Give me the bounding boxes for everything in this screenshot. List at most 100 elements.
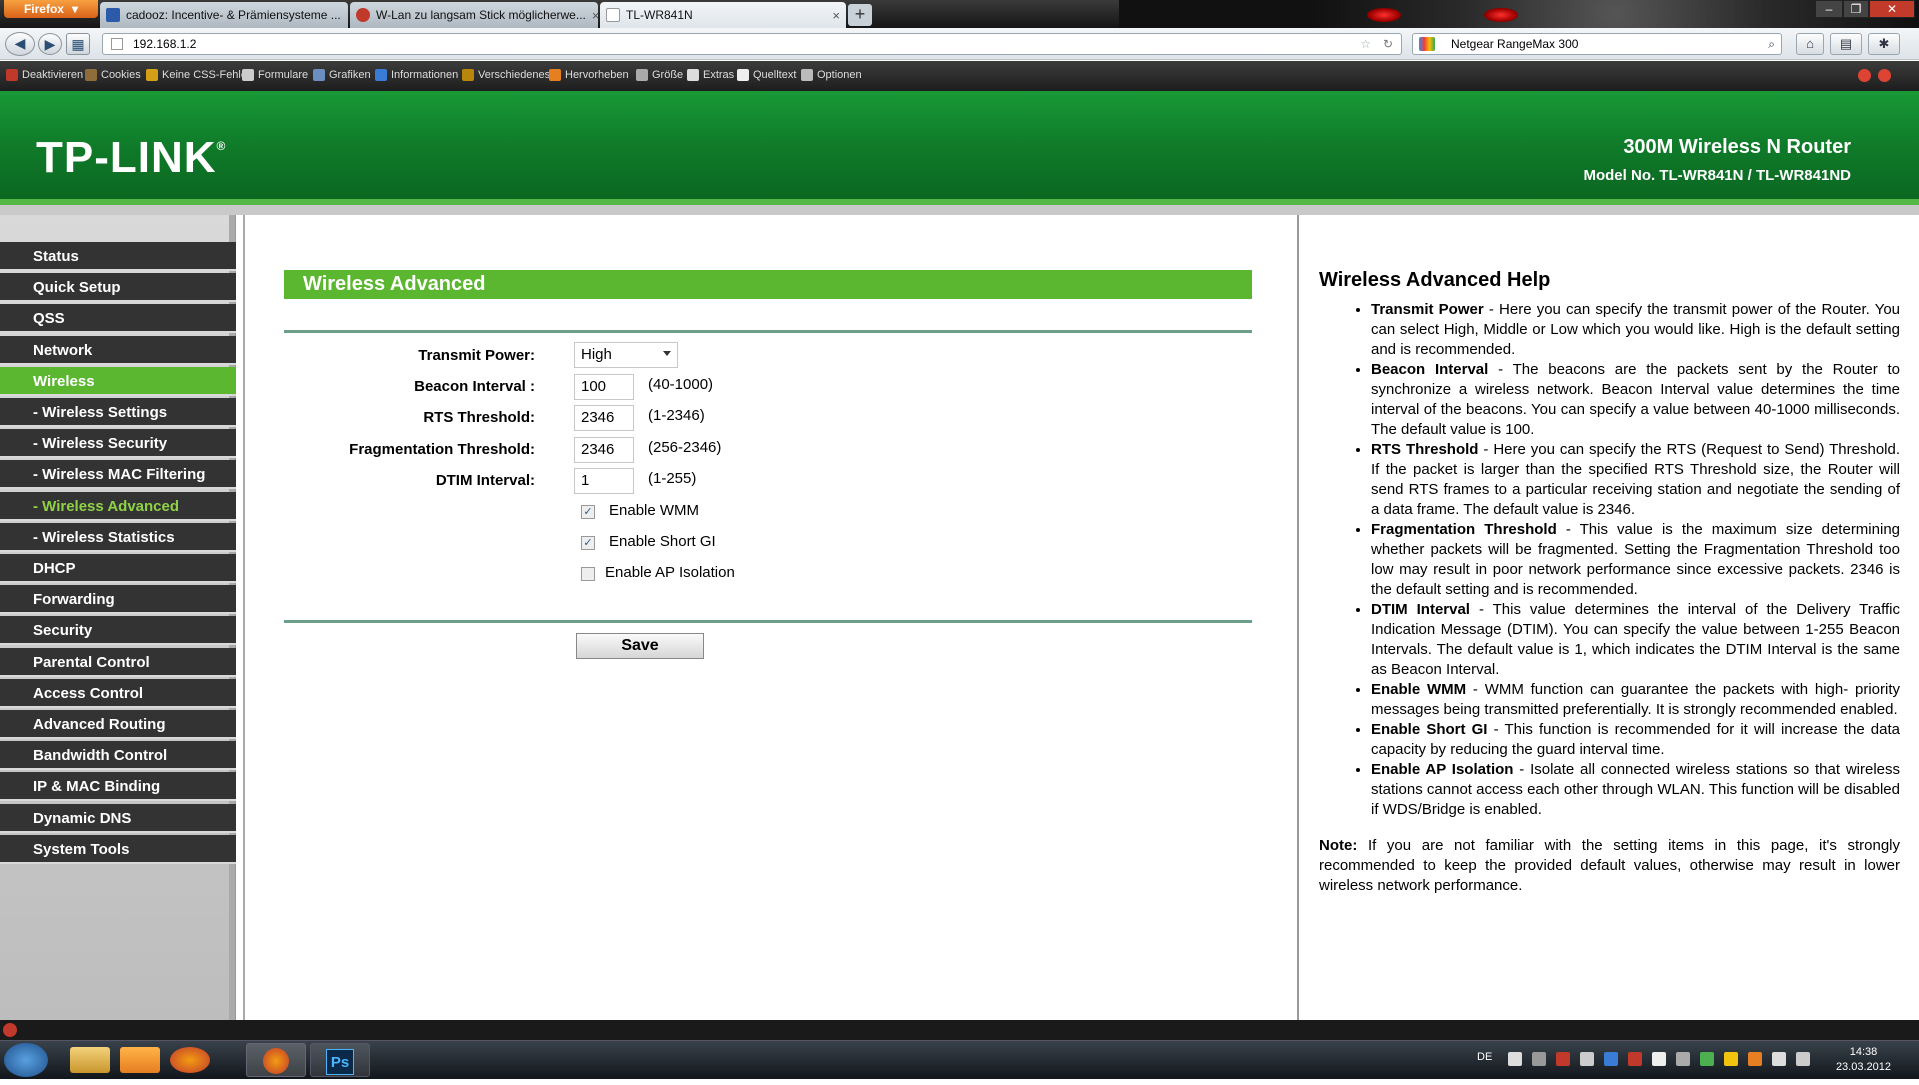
windows-start-button[interactable] <box>4 1043 48 1077</box>
close-window-button[interactable]: ✕ <box>1869 0 1915 18</box>
firefox-menu-button[interactable]: Firefox ▾ <box>4 0 98 18</box>
sidebar-item-wireless-statistics[interactable]: - Wireless Statistics <box>0 522 236 552</box>
dev-toolbar-informationen[interactable]: Informationen <box>375 69 458 81</box>
taskbar-clock[interactable]: 14:38 23.03.2012 <box>1836 1045 1891 1075</box>
sidebar-item-forwarding[interactable]: Forwarding <box>0 585 236 615</box>
close-tab-icon[interactable]: × <box>832 8 840 23</box>
disable-toolbar-icon[interactable] <box>1878 69 1891 82</box>
sidebar-item-qss[interactable]: QSS <box>0 304 236 334</box>
tab-title: TL-WR841N <box>626 8 693 22</box>
dtim-interval-input[interactable]: 1 <box>574 468 634 494</box>
sidebar-item-network[interactable]: Network <box>0 335 236 365</box>
tray-icon[interactable] <box>1724 1052 1738 1066</box>
media-player-icon[interactable] <box>120 1047 160 1073</box>
sidebar-item-wireless-advanced[interactable]: - Wireless Advanced <box>0 491 236 521</box>
sidebar-item-dynamic-dns[interactable]: Dynamic DNS <box>0 803 236 833</box>
search-icon[interactable]: ⌕ <box>1768 34 1775 54</box>
tray-icon[interactable] <box>1580 1052 1594 1066</box>
sidebar-item-access-control[interactable]: Access Control <box>0 678 236 708</box>
dev-toolbar-hervorheben[interactable]: Hervorheben <box>549 69 629 81</box>
url-text: 192.168.1.2 <box>133 37 197 51</box>
enable-wmm-checkbox[interactable]: ✓ <box>581 505 595 519</box>
explorer-folder-icon[interactable] <box>70 1047 110 1073</box>
google-search-engine-icon[interactable] <box>1419 37 1435 51</box>
tray-icon[interactable] <box>1796 1052 1810 1066</box>
home-icon[interactable]: ⌂ <box>1796 33 1824 55</box>
sidebar-item-wireless-mac-filtering[interactable]: - Wireless MAC Filtering <box>0 460 236 490</box>
addon-icon[interactable]: ✱ <box>1868 33 1900 55</box>
transmit-power-select[interactable]: High <box>574 342 678 368</box>
dev-toolbar-grafiken[interactable]: Grafiken <box>313 69 371 81</box>
enable-ap-isolation-checkbox[interactable] <box>581 567 595 581</box>
browser-tab-cadooz[interactable]: cadooz: Incentive- & Prämiensysteme ... … <box>100 2 348 28</box>
tray-icon[interactable] <box>1772 1052 1786 1066</box>
history-icon[interactable]: ▦ <box>66 33 90 55</box>
sidebar-item-wireless[interactable]: Wireless <box>0 366 236 396</box>
gr-e-icon <box>636 69 648 81</box>
firefox-active-taskbar-icon[interactable] <box>246 1043 306 1077</box>
note-label: Note: <box>1319 837 1358 854</box>
bookmarks-icon[interactable]: ▤ <box>1830 33 1862 55</box>
back-arrow-icon[interactable]: ◀ <box>5 32 35 56</box>
browser-tab-wlan[interactable]: W-Lan zu langsam Stick möglicherwe... × <box>350 2 598 28</box>
header-divider <box>0 205 1919 215</box>
sidebar-item-security[interactable]: Security <box>0 616 236 646</box>
fragmentation-threshold-label: Fragmentation Threshold: <box>349 441 535 458</box>
sidebar-item-parental-control[interactable]: Parental Control <box>0 647 236 677</box>
forward-arrow-icon[interactable]: ▶ <box>38 33 62 55</box>
tray-icon[interactable] <box>1508 1052 1522 1066</box>
bookmark-star-icon[interactable]: ☆ <box>1360 34 1371 54</box>
dropdown-arrow-icon: ▾ <box>71 2 79 16</box>
tray-icon[interactable] <box>1604 1052 1618 1066</box>
sidebar-item-advanced-routing[interactable]: Advanced Routing <box>0 710 236 739</box>
search-text: Netgear RangeMax 300 <box>1451 37 1579 51</box>
sidebar-item-quick-setup[interactable]: Quick Setup <box>0 273 236 303</box>
rts-threshold-input[interactable]: 2346 <box>574 405 634 431</box>
maximize-window-button[interactable]: ❐ <box>1843 0 1869 18</box>
fragmentation-threshold-input[interactable]: 2346 <box>574 437 634 463</box>
tray-icon[interactable] <box>1532 1052 1546 1066</box>
enable-short-gi-checkbox[interactable]: ✓ <box>581 536 595 550</box>
dev-toolbar-cookies[interactable]: Cookies <box>85 69 141 81</box>
close-toolbar-icon[interactable] <box>1858 69 1871 82</box>
photoshop-taskbar-icon[interactable]: Ps <box>310 1043 370 1077</box>
dev-toolbar-deaktivieren[interactable]: Deaktivieren <box>6 69 83 81</box>
dev-toolbar-keine-css-fehler[interactable]: Keine CSS-Fehler <box>146 69 251 81</box>
dev-toolbar-verschiedenes[interactable]: Verschiedenes <box>462 69 550 81</box>
sidebar-item-system-tools[interactable]: System Tools <box>0 834 236 864</box>
close-tab-icon[interactable]: × <box>347 8 348 23</box>
sidebar-item-wireless-security[interactable]: - Wireless Security <box>0 429 236 459</box>
dev-toolbar-optionen[interactable]: Optionen <box>801 69 862 81</box>
tray-icon[interactable] <box>1676 1052 1690 1066</box>
sidebar-item-bandwidth-control[interactable]: Bandwidth Control <box>0 741 236 771</box>
save-button[interactable]: Save <box>576 633 704 659</box>
sidebar-item-dhcp[interactable]: DHCP <box>0 554 236 583</box>
minimize-window-button[interactable]: – <box>1815 0 1843 18</box>
dev-toolbar-label: Hervorheben <box>565 69 629 81</box>
sidebar-item-status[interactable]: Status <box>0 242 236 271</box>
tray-icon[interactable] <box>1628 1052 1642 1066</box>
reload-icon[interactable]: ↻ <box>1383 34 1393 54</box>
beacon-interval-input[interactable]: 100 <box>574 374 634 400</box>
sidebar-item-ip-mac-binding[interactable]: IP & MAC Binding <box>0 772 236 802</box>
search-box[interactable]: Netgear RangeMax 300 ⌕ <box>1412 33 1782 55</box>
browser-tab-tl-wr841n[interactable]: TL-WR841N × <box>600 2 846 28</box>
sidebar-item-wireless-settings[interactable]: - Wireless Settings <box>0 398 236 427</box>
dev-toolbar-quelltext[interactable]: Quelltext <box>737 69 796 81</box>
url-bar[interactable]: 192.168.1.2 ☆ ↻ <box>102 33 1402 55</box>
adblock-icon[interactable] <box>3 1023 17 1037</box>
new-tab-button[interactable]: + <box>848 4 872 26</box>
tray-icon[interactable] <box>1556 1052 1570 1066</box>
language-indicator[interactable]: DE <box>1477 1051 1492 1063</box>
optionen-icon <box>801 69 813 81</box>
tray-icon[interactable] <box>1652 1052 1666 1066</box>
tray-icon[interactable] <box>1700 1052 1714 1066</box>
tray-icon[interactable] <box>1748 1052 1762 1066</box>
dev-toolbar-formulare[interactable]: Formulare <box>242 69 308 81</box>
dev-toolbar-gr-e[interactable]: Größe <box>636 69 683 81</box>
firefox-taskbar-icon[interactable] <box>170 1047 210 1073</box>
browser-title-bar: Firefox ▾ cadooz: Incentive- & Prämiensy… <box>0 0 1919 28</box>
browser-status-bar <box>0 1020 1919 1040</box>
dev-toolbar-extras[interactable]: Extras <box>687 69 734 81</box>
close-tab-icon[interactable]: × <box>592 8 598 23</box>
